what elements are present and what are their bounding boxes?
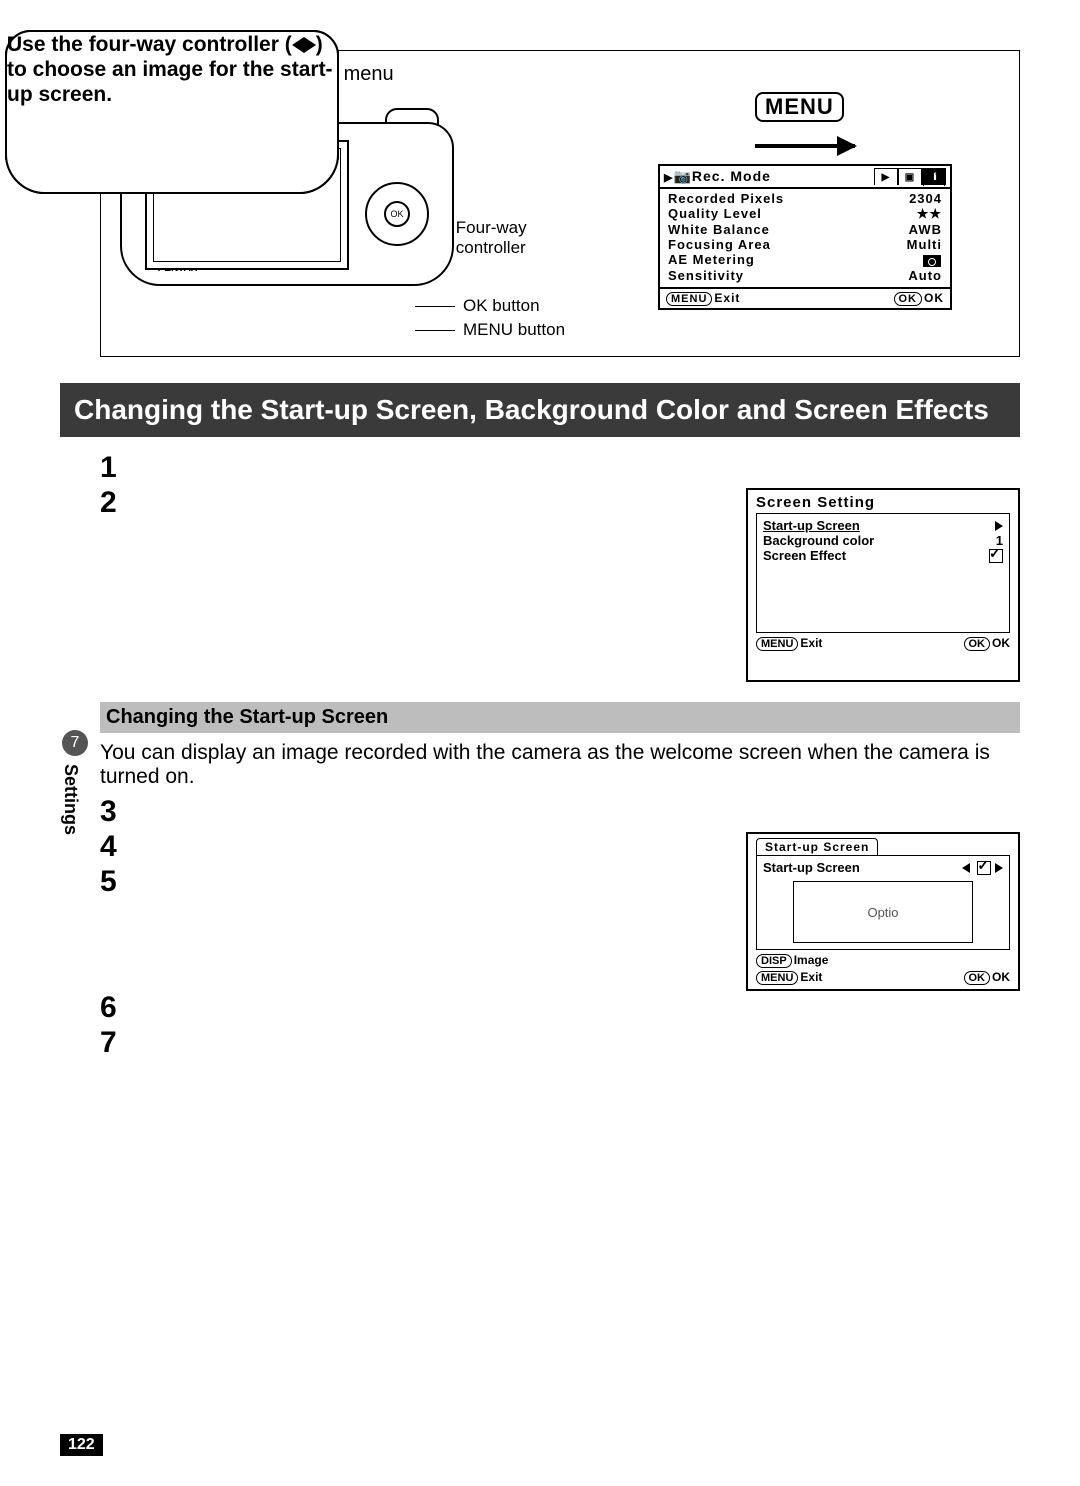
tab-setup-icon: Ii: [922, 168, 946, 185]
step-number: 3: [100, 795, 126, 828]
screen-setting-lcd: Screen Setting Start-up ScreenBackground…: [746, 488, 1020, 682]
step-number: 6: [100, 991, 126, 1024]
section-banner: Changing the Start-up Screen, Background…: [60, 383, 1020, 437]
tab-img-icon: ▣: [898, 168, 922, 185]
intro-text: You can display an image recorded with t…: [100, 741, 1020, 789]
four-way-controller-icon: OK: [365, 182, 429, 246]
checkbox-on-icon: [977, 861, 991, 875]
step-number: 5: [100, 865, 126, 898]
sub-banner: Changing the Start-up Screen: [100, 702, 1020, 733]
rec-mode-lcd: ▶📷Rec. Mode ▶ ▣ Ii Recorded Pixels2304Qu…: [658, 164, 952, 310]
step-number: 2: [100, 486, 126, 519]
left-arrow-icon: [962, 863, 970, 873]
arrow-right-icon: [755, 144, 855, 148]
chapter-badge: 7: [62, 730, 88, 756]
right-arrow-icon: [995, 863, 1003, 873]
startup-lcd: Start-up Screen Start-up Screen Optio DI…: [746, 832, 1020, 992]
chapter-label: Settings: [60, 764, 81, 835]
menu-button: MENU: [755, 92, 844, 122]
callout-okbtn: OK button: [415, 296, 575, 316]
step-number: 1: [100, 451, 126, 484]
step-number: 7: [100, 1026, 126, 1059]
tab-play-icon: ▶: [874, 168, 898, 185]
page-number: 122: [60, 1434, 103, 1456]
startup-preview: Optio: [793, 881, 973, 943]
right-arrow-icon: [304, 37, 316, 53]
step-7: Use the four-way controller () to choose…: [5, 30, 339, 194]
callout-menubtn: MENU button: [415, 320, 575, 340]
left-arrow-icon: [292, 37, 304, 53]
step-number: 4: [100, 830, 126, 863]
